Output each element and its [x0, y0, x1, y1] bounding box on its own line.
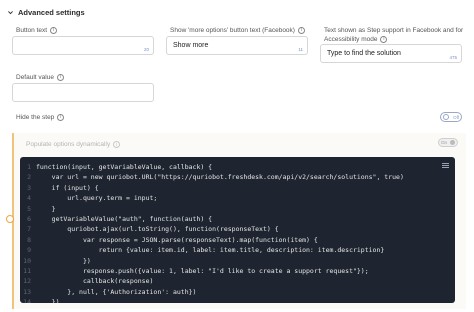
- code-text: callback(response): [36, 277, 154, 286]
- code-text: return {value: item.id, label: item.titl…: [36, 246, 385, 255]
- code-line: 14 }): [20, 297, 455, 303]
- code-text: }): [36, 298, 60, 303]
- step-support-label: Text shown as Step support in Facebook a…: [324, 27, 464, 43]
- hide-step-toggle[interactable]: Off: [440, 112, 462, 122]
- line-number: 9: [27, 246, 31, 255]
- line-number: 2: [27, 173, 31, 182]
- info-icon: i: [50, 27, 58, 34]
- info-icon: i: [57, 114, 65, 121]
- code-line: 1 function(input, getVariableValue, callb…: [20, 162, 455, 172]
- code-line: 3 if (input) {: [20, 183, 455, 193]
- default-value-label: Default value i: [16, 73, 64, 82]
- code-line: 6 getVariableValue("auth", function(auth…: [20, 214, 455, 224]
- button-text-label: Button text i: [16, 26, 58, 35]
- line-number: 14: [23, 298, 31, 303]
- line-number: 8: [27, 235, 31, 244]
- code-line: 8 var response = JSON.parse(responseText…: [20, 235, 455, 245]
- code-text: var url = new quriobot.URL("https://quri…: [36, 173, 404, 182]
- code-text: quriobot.ajax(url.toString(), function(r…: [36, 225, 279, 234]
- code-text: if (input) {: [36, 183, 99, 192]
- line-number: 3: [27, 183, 31, 192]
- line-number: 13: [23, 287, 31, 296]
- toggle-knob: [450, 140, 455, 145]
- code-editor[interactable]: 1 function(input, getVariableValue, callb…: [20, 157, 455, 303]
- hide-step-label: Hide the step i: [16, 113, 65, 122]
- code-text: var response = JSON.parse(responseText).…: [36, 235, 318, 244]
- code-line: 9 return {value: item.id, label: item.ti…: [20, 245, 455, 255]
- section-title: Advanced settings: [18, 7, 85, 17]
- code-line: 12 callback(response): [20, 276, 455, 286]
- line-number: 10: [23, 256, 31, 265]
- code-text: response.push({value: 1, label: "I'd lik…: [36, 266, 369, 275]
- code-line: 2 var url = new quriobot.URL("https://qu…: [20, 172, 455, 182]
- toggle-knob: [443, 114, 449, 120]
- populate-options-label: Populate options dynamically i: [26, 140, 121, 148]
- code-line: 4 url.query.term = input;: [20, 193, 455, 203]
- button-text-input[interactable]: 20: [12, 36, 154, 55]
- advanced-settings-header[interactable]: Advanced settings: [6, 6, 85, 18]
- line-number: 1: [27, 163, 31, 171]
- code-line: 5 }: [20, 204, 455, 214]
- chevron-down-icon: [6, 8, 14, 16]
- code-line: 10 }): [20, 256, 455, 266]
- char-counter: 20: [143, 47, 149, 52]
- info-icon: i: [297, 27, 305, 34]
- info-icon: i: [56, 74, 64, 81]
- code-line: 7 quriobot.ajax(url.toString(), function…: [20, 224, 455, 234]
- info-icon: i: [113, 141, 121, 148]
- char-counter: 11: [298, 47, 303, 52]
- step-support-input[interactable]: Type to find the solution 475: [320, 44, 462, 63]
- code-line: 13 }, null, {'Authorization': auth}): [20, 287, 455, 297]
- char-counter: 475: [449, 55, 457, 60]
- code-text: }, null, {'Authorization': auth}): [36, 287, 197, 296]
- code-text: function(input, getVariableValue, callba…: [36, 163, 213, 171]
- line-number: 12: [23, 277, 31, 286]
- line-number: 11: [23, 266, 31, 275]
- code-lines: 1 function(input, getVariableValue, callb…: [20, 162, 455, 303]
- code-text: }: [36, 204, 56, 213]
- line-number: 4: [27, 194, 31, 203]
- info-icon: i: [380, 36, 388, 43]
- line-number: 5: [27, 204, 31, 213]
- populate-options-toggle[interactable]: On: [438, 138, 458, 147]
- line-number: 6: [27, 214, 31, 223]
- line-number: 7: [27, 225, 31, 234]
- more-options-input[interactable]: Show more 11: [166, 36, 308, 55]
- default-value-input[interactable]: [12, 83, 154, 102]
- step-connector-handle[interactable]: [6, 215, 14, 223]
- code-text: url.query.term = input;: [36, 194, 158, 203]
- code-text: getVariableValue("auth", function(auth) …: [36, 214, 213, 223]
- code-line: 11 response.push({value: 1, label: "I'd …: [20, 266, 455, 276]
- more-options-label: Show 'more options' button text (Faceboo…: [170, 26, 305, 35]
- code-text: }): [36, 256, 91, 265]
